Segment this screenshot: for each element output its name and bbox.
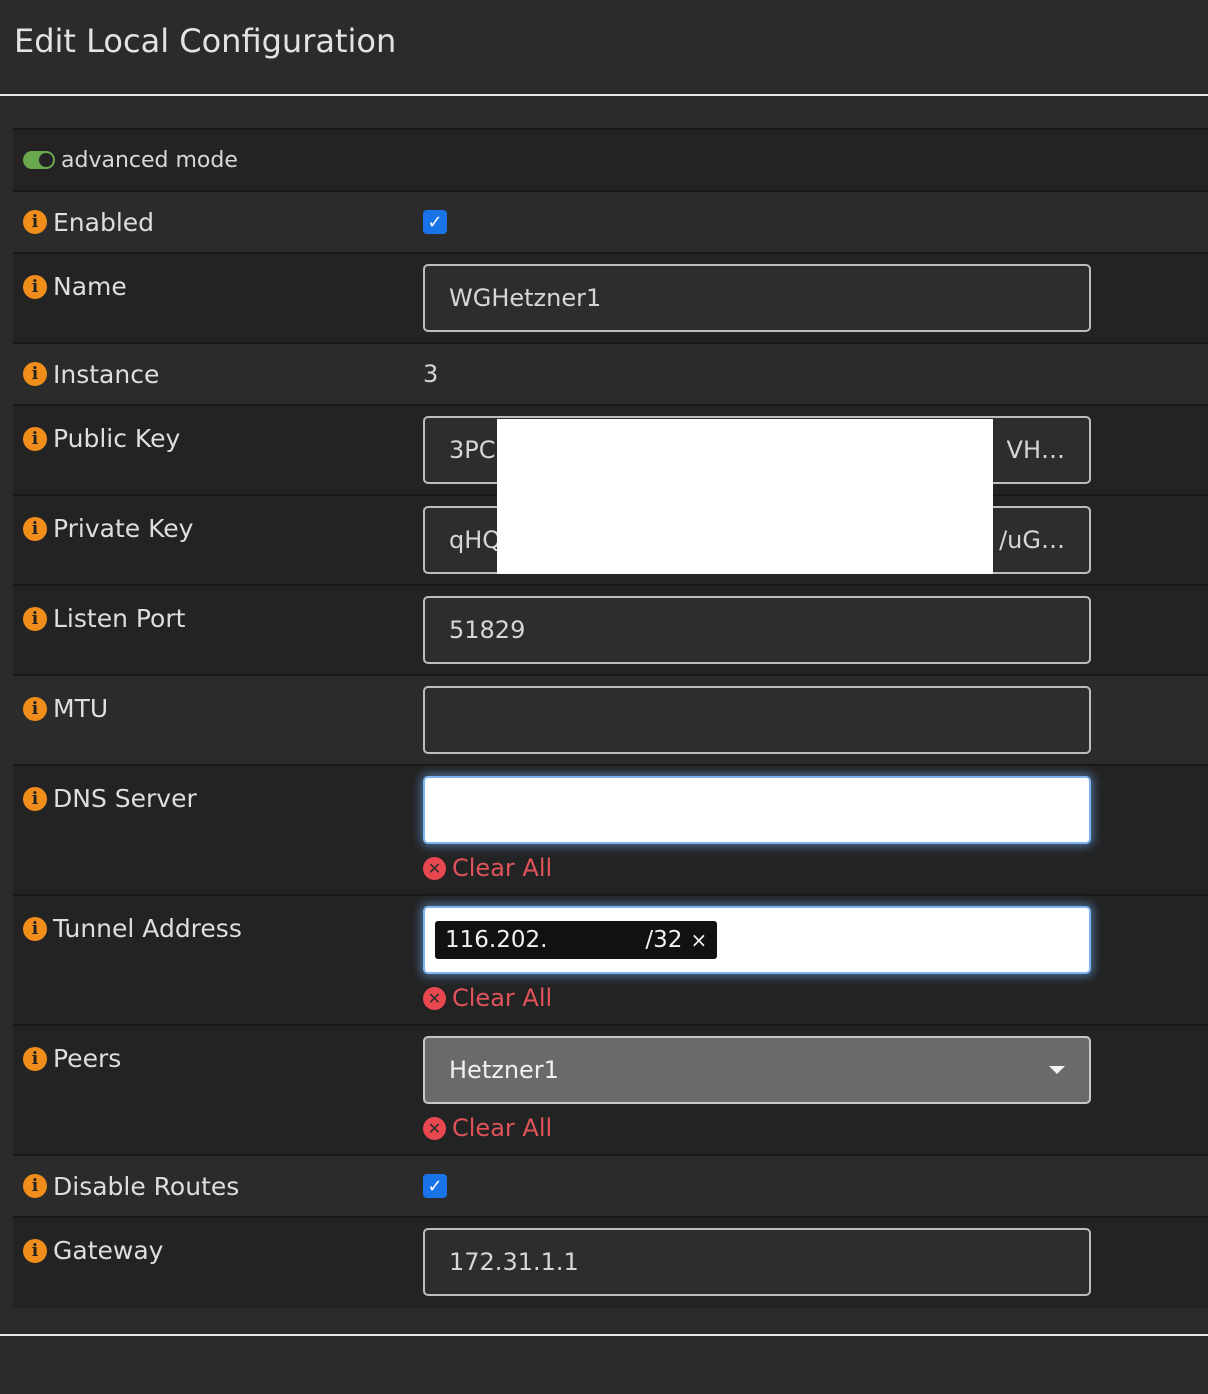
enabled-row: i Enabled ✓ <box>13 192 1208 254</box>
disable-routes-checkbox[interactable]: ✓ <box>423 1174 447 1198</box>
public-key-value-start: 3PC <box>449 436 496 464</box>
page-header: Edit Local Configuration <box>0 0 1208 96</box>
info-icon[interactable]: i <box>23 1174 47 1198</box>
gateway-label: Gateway <box>53 1236 164 1265</box>
info-icon[interactable]: i <box>23 1046 47 1071</box>
peers-label: Peers <box>53 1044 122 1073</box>
dns-server-label-cell: i DNS Server <box>13 784 423 813</box>
disable-routes-label: Disable Routes <box>53 1171 240 1201</box>
gateway-row: i Gateway 172.31.1.1 <box>13 1218 1208 1308</box>
clear-all-label: Clear All <box>452 984 553 1012</box>
dns-server-field: ✕ Clear All <box>423 776 1208 882</box>
peers-clear-all[interactable]: ✕ Clear All <box>423 1114 1208 1142</box>
instance-row: i Instance 3 <box>13 344 1208 406</box>
info-icon[interactable]: i <box>23 786 47 811</box>
instance-value: 3 <box>423 360 439 388</box>
dns-server-clear-all[interactable]: ✕ Clear All <box>423 854 1208 882</box>
toggle-icon[interactable] <box>23 151 55 169</box>
enabled-checkbox[interactable]: ✓ <box>423 210 447 234</box>
listen-port-row: i Listen Port 51829 <box>13 586 1208 676</box>
clear-icon: ✕ <box>423 986 446 1010</box>
gateway-field: 172.31.1.1 <box>423 1228 1208 1296</box>
disable-routes-field: ✓ <box>423 1174 1208 1198</box>
advanced-mode-label: advanced mode <box>61 147 238 173</box>
listen-port-field: 51829 <box>423 596 1208 664</box>
tunnel-address-clear-all[interactable]: ✕ Clear All <box>423 984 1208 1012</box>
mtu-field <box>423 686 1208 754</box>
name-value: WGHetzner1 <box>449 284 602 312</box>
private-key-label-cell: i Private Key <box>13 514 423 543</box>
caret-down-icon <box>1049 1066 1065 1074</box>
page-title: Edit Local Configuration <box>14 22 397 60</box>
tunnel-address-tag: 116.202. /32 × <box>435 921 718 959</box>
check-icon: ✓ <box>427 211 443 233</box>
peers-row: i Peers Hetzner1 ✕ Clear All <box>13 1026 1208 1156</box>
info-icon[interactable]: i <box>23 426 47 451</box>
clear-icon: ✕ <box>423 1116 446 1140</box>
info-icon[interactable]: i <box>23 516 47 541</box>
info-icon[interactable]: i <box>23 916 47 941</box>
check-icon: ✓ <box>427 1175 443 1197</box>
listen-port-input[interactable]: 51829 <box>423 596 1091 664</box>
tunnel-address-label-cell: i Tunnel Address <box>13 914 423 943</box>
mtu-input[interactable] <box>423 686 1091 754</box>
public-key-label: Public Key <box>53 424 181 453</box>
advanced-mode-row: advanced mode <box>13 130 1208 192</box>
dns-server-label: DNS Server <box>53 784 197 813</box>
config-form: advanced mode i Enabled ✓ i Name WGHetzn… <box>13 128 1208 1308</box>
name-field: WGHetzner1 <box>423 264 1208 332</box>
peers-label-cell: i Peers <box>13 1044 423 1073</box>
public-key-label-cell: i Public Key <box>13 424 423 453</box>
info-icon[interactable]: i <box>23 210 47 234</box>
enabled-label: Enabled <box>53 207 155 237</box>
tag-value-start: 116.202. <box>445 927 548 953</box>
info-icon[interactable]: i <box>23 274 47 299</box>
instance-label: Instance <box>53 359 160 389</box>
footer-divider <box>0 1334 1208 1336</box>
info-icon[interactable]: i <box>23 606 47 631</box>
dns-server-input[interactable] <box>423 776 1091 844</box>
tag-remove-icon[interactable]: × <box>690 928 707 952</box>
name-input[interactable]: WGHetzner1 <box>423 264 1091 332</box>
peers-field: Hetzner1 ✕ Clear All <box>423 1036 1208 1142</box>
private-key-label: Private Key <box>53 514 194 543</box>
listen-port-label: Listen Port <box>53 604 186 633</box>
tunnel-address-label: Tunnel Address <box>53 914 242 943</box>
name-label: Name <box>53 272 127 301</box>
enabled-field: ✓ <box>423 210 1208 234</box>
public-key-value-end: VH… <box>1006 436 1065 464</box>
name-label-cell: i Name <box>13 272 423 301</box>
info-icon[interactable]: i <box>23 362 47 386</box>
peers-select[interactable]: Hetzner1 <box>423 1036 1091 1104</box>
redaction-box <box>497 419 993 574</box>
dns-server-row: i DNS Server ✕ Clear All <box>13 766 1208 896</box>
tunnel-address-input[interactable]: 116.202. /32 × <box>423 906 1091 974</box>
peers-selected-value: Hetzner1 <box>449 1056 559 1084</box>
disable-routes-label-cell: i Disable Routes <box>13 1172 423 1201</box>
instance-label-cell: i Instance <box>13 360 423 389</box>
clear-all-label: Clear All <box>452 1114 553 1142</box>
info-icon[interactable]: i <box>23 696 47 721</box>
clear-icon: ✕ <box>423 856 446 880</box>
mtu-row: i MTU <box>13 676 1208 766</box>
listen-port-label-cell: i Listen Port <box>13 604 423 633</box>
private-key-value-start: qHQ <box>449 526 502 554</box>
advanced-mode-toggle-wrap[interactable]: advanced mode <box>13 148 238 173</box>
tunnel-address-row: i Tunnel Address 116.202. /32 × ✕ Clear … <box>13 896 1208 1026</box>
gateway-value: 172.31.1.1 <box>449 1248 579 1276</box>
tag-value-end: /32 <box>645 927 683 953</box>
private-key-value-end: /uG… <box>999 526 1065 554</box>
listen-port-value: 51829 <box>449 616 526 644</box>
mtu-label-cell: i MTU <box>13 694 423 723</box>
gateway-label-cell: i Gateway <box>13 1236 423 1265</box>
name-row: i Name WGHetzner1 <box>13 254 1208 344</box>
gateway-input[interactable]: 172.31.1.1 <box>423 1228 1091 1296</box>
disable-routes-row: i Disable Routes ✓ <box>13 1156 1208 1218</box>
tunnel-address-field: 116.202. /32 × ✕ Clear All <box>423 906 1208 1012</box>
info-icon[interactable]: i <box>23 1238 47 1263</box>
enabled-label-cell: i Enabled <box>13 208 423 237</box>
clear-all-label: Clear All <box>452 854 553 882</box>
mtu-label: MTU <box>53 694 109 723</box>
